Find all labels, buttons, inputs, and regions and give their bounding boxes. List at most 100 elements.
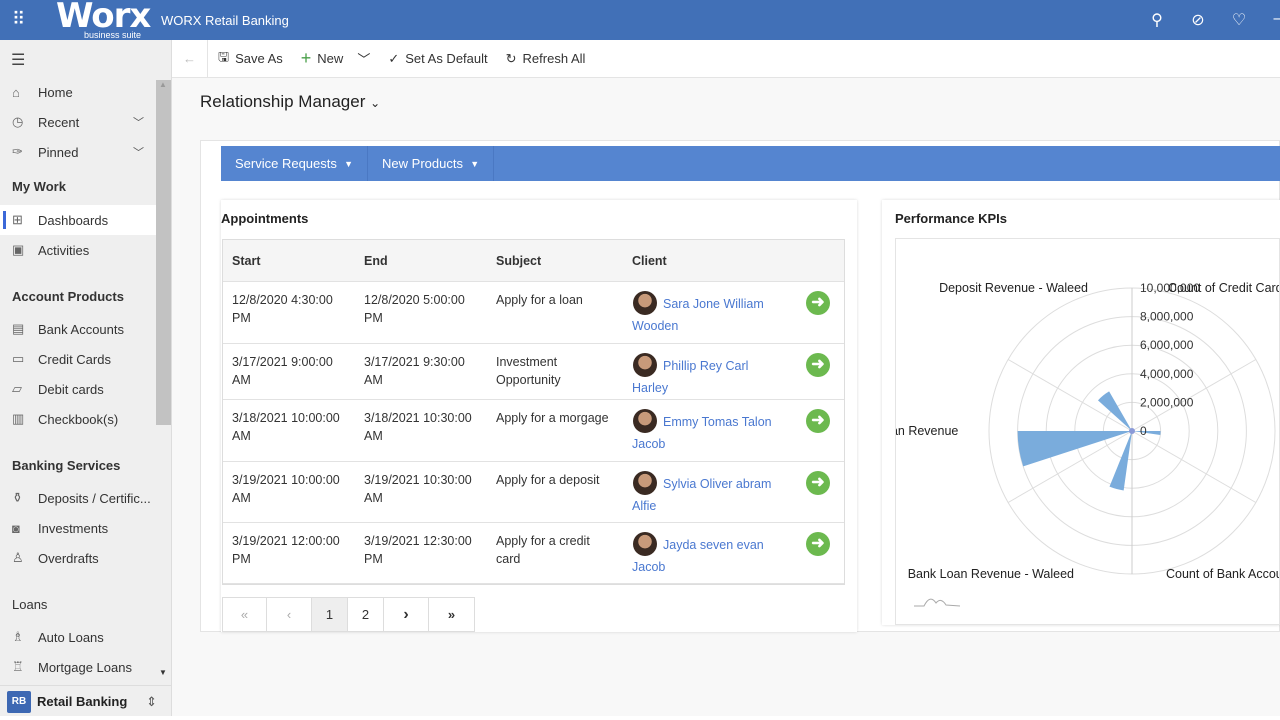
start-cell: 3/17/2021 9:00:00 AM xyxy=(232,355,333,387)
table-row[interactable]: 3/17/2021 9:00:00 AM 3/17/2021 9:30:00 A… xyxy=(223,344,844,400)
sidebar-item-investments[interactable]: ◙ Investments xyxy=(0,513,156,543)
check-icon: ✓ xyxy=(388,50,400,66)
tab-bar: Service Requests ▼ New Products ▼ xyxy=(221,146,1280,181)
clock-icon: ◷ xyxy=(12,114,24,129)
sidebar-item-checkbooks[interactable]: ▥ Checkbook(s) xyxy=(0,404,156,434)
client-link[interactable]: Jayda seven evan Jacob xyxy=(632,534,782,578)
hamburger-icon[interactable]: ☰ xyxy=(11,50,25,70)
sidebar-item-dashboards[interactable]: ⊞ Dashboards xyxy=(0,205,156,235)
polar-bar[interactable] xyxy=(1017,431,1132,467)
label: Dashboards xyxy=(38,212,109,228)
chevron-down-icon[interactable]: ﹀ xyxy=(133,114,144,130)
task-icon[interactable]: ⊘ xyxy=(1188,10,1208,30)
page-2-button[interactable]: 2 xyxy=(348,598,384,631)
caret-down-icon: ▼ xyxy=(344,158,354,169)
start-cell: 3/19/2021 10:00:00 AM xyxy=(232,473,340,505)
sidebar-item-credit-cards[interactable]: ▭ Credit Cards xyxy=(0,344,156,374)
sidebar-item-activities[interactable]: ▣ Activities xyxy=(0,235,156,265)
client-link[interactable]: Phillip Rey Carl Harley xyxy=(632,355,782,399)
label: Credit Cards xyxy=(38,351,111,367)
grid-spoke xyxy=(1131,430,1257,503)
column-start[interactable]: Start xyxy=(232,252,260,270)
label: Debit cards xyxy=(38,381,104,397)
label: Set As Default xyxy=(405,51,488,66)
sidebar-item-overdrafts[interactable]: ♙ Overdrafts xyxy=(0,543,156,573)
sidebar-item-debit-cards[interactable]: ▱ Debit cards xyxy=(0,374,156,404)
search-icon[interactable]: ⚲ xyxy=(1147,10,1167,30)
open-arrow-icon[interactable]: ➜ xyxy=(806,291,830,315)
save-as-button[interactable]: 🖫 Save As xyxy=(218,48,283,70)
sidebar-item-bank-accounts[interactable]: ▤ Bank Accounts xyxy=(0,314,156,344)
sidebar-item-deposits[interactable]: ⚱ Deposits / Certific... xyxy=(0,483,156,513)
category-label: oan Revenue xyxy=(896,424,958,438)
debit-card-icon: ▱ xyxy=(12,381,22,396)
appointments-table: Start End Subject Client 12/8/2020 4:30:… xyxy=(222,239,845,585)
waffle-icon[interactable]: ⠿ xyxy=(12,9,25,30)
area-avatar: RB xyxy=(7,690,31,713)
sidebar-item-mortgage-loans[interactable]: ♖ Mortgage Loans xyxy=(0,652,156,682)
subject-cell: Apply for a loan xyxy=(496,293,583,307)
tab-service-requests[interactable]: Service Requests ▼ xyxy=(221,146,369,181)
label: Overdrafts xyxy=(38,550,99,566)
polar-bar[interactable] xyxy=(1097,391,1132,431)
investment-icon: ◙ xyxy=(12,520,20,536)
last-page-button[interactable]: » xyxy=(429,598,474,631)
lightbulb-icon[interactable]: ♡ xyxy=(1229,10,1249,30)
table-row[interactable]: 3/19/2021 12:00:00 PM 3/19/2021 12:30:00… xyxy=(223,523,844,584)
clipboard-icon: ▣ xyxy=(12,242,25,257)
prev-page-button[interactable]: ‹ xyxy=(267,598,312,631)
subject-cell: Investment Opportunity xyxy=(496,355,561,387)
section-banking-services: Banking Services xyxy=(12,458,121,473)
table-row[interactable]: 3/18/2021 10:00:00 AM 3/18/2021 10:30:00… xyxy=(223,400,844,462)
column-end[interactable]: End xyxy=(364,252,388,270)
end-cell: 3/19/2021 10:30:00 AM xyxy=(364,473,472,505)
open-arrow-icon[interactable]: ➜ xyxy=(806,353,830,377)
open-arrow-icon[interactable]: ➜ xyxy=(806,532,830,556)
dashboard-selector[interactable]: Relationship Manager ⌄ xyxy=(200,92,380,112)
area-switcher[interactable]: RB Retail Banking ⇕ xyxy=(0,685,171,717)
tab-new-products[interactable]: New Products ▼ xyxy=(368,146,495,181)
column-subject[interactable]: Subject xyxy=(496,252,541,270)
label: Refresh All xyxy=(522,51,586,66)
dashboard-icon: ⊞ xyxy=(12,212,23,227)
up-down-chevron-icon: ⇕ xyxy=(146,693,157,709)
column-client[interactable]: Client xyxy=(632,252,667,270)
new-button[interactable]: + New ﹀ xyxy=(301,48,371,69)
open-arrow-icon[interactable]: ➜ xyxy=(806,409,830,433)
end-cell: 3/17/2021 9:30:00 AM xyxy=(364,355,465,387)
open-arrow-icon[interactable]: ➜ xyxy=(806,471,830,495)
center-marker xyxy=(1129,428,1135,434)
scroll-up-icon[interactable]: ▲ xyxy=(159,80,167,89)
table-row[interactable]: 3/19/2021 10:00:00 AM 3/19/2021 10:30:00… xyxy=(223,462,844,523)
category-label: Bank Loan Revenue - Waleed xyxy=(908,567,1074,581)
scroll-down-icon[interactable]: ▼ xyxy=(159,668,167,677)
refresh-all-button[interactable]: ↻ Refresh All xyxy=(506,51,586,67)
kpi-title: Performance KPIs xyxy=(895,211,1007,226)
sidebar: ☰ ⌂ Home ◷ Recent ﹀ ✑ Pinned ﹀ My Work ⊞ Dashb… xyxy=(0,40,172,720)
next-page-button[interactable]: › xyxy=(384,598,429,631)
area-label: Retail Banking xyxy=(37,694,128,709)
back-button[interactable]: ← xyxy=(172,39,208,78)
radial-tick-label: 8,000,000 xyxy=(1140,310,1194,324)
sidebar-item-home[interactable]: ⌂ Home xyxy=(0,77,156,107)
pin-icon: ✑ xyxy=(12,144,23,159)
sidebar-item-auto-loans[interactable]: ♗ Auto Loans xyxy=(0,622,156,652)
chevron-down-icon[interactable]: ﹀ xyxy=(357,49,370,68)
sidebar-item-pinned[interactable]: ✑ Pinned ﹀ xyxy=(0,137,156,167)
client-link[interactable]: Emmy Tomas Talon Jacob xyxy=(632,411,782,455)
more-icon[interactable]: – xyxy=(1268,10,1280,30)
sidebar-scrollbar[interactable] xyxy=(156,80,171,425)
section-my-work: My Work xyxy=(12,179,66,194)
client-link[interactable]: Sylvia Oliver abram Alfie xyxy=(632,473,782,517)
sidebar-item-recent[interactable]: ◷ Recent ﹀ xyxy=(0,107,156,137)
client-link[interactable]: Sara Jone William Wooden xyxy=(632,293,782,337)
table-row[interactable]: 12/8/2020 4:30:00 PM 12/8/2020 5:00:00 P… xyxy=(223,282,844,344)
page-1-button[interactable]: 1 xyxy=(312,598,348,631)
chevron-down-icon[interactable]: ﹀ xyxy=(133,144,144,160)
set-default-button[interactable]: ✓ Set As Default xyxy=(388,51,487,67)
subject-cell: Apply for a credit card xyxy=(496,534,590,566)
table-header: Start End Subject Client xyxy=(223,240,844,282)
first-page-button[interactable]: « xyxy=(223,598,267,631)
app-title[interactable]: WORX Retail Banking xyxy=(161,13,289,28)
polar-bar[interactable] xyxy=(1109,431,1132,491)
